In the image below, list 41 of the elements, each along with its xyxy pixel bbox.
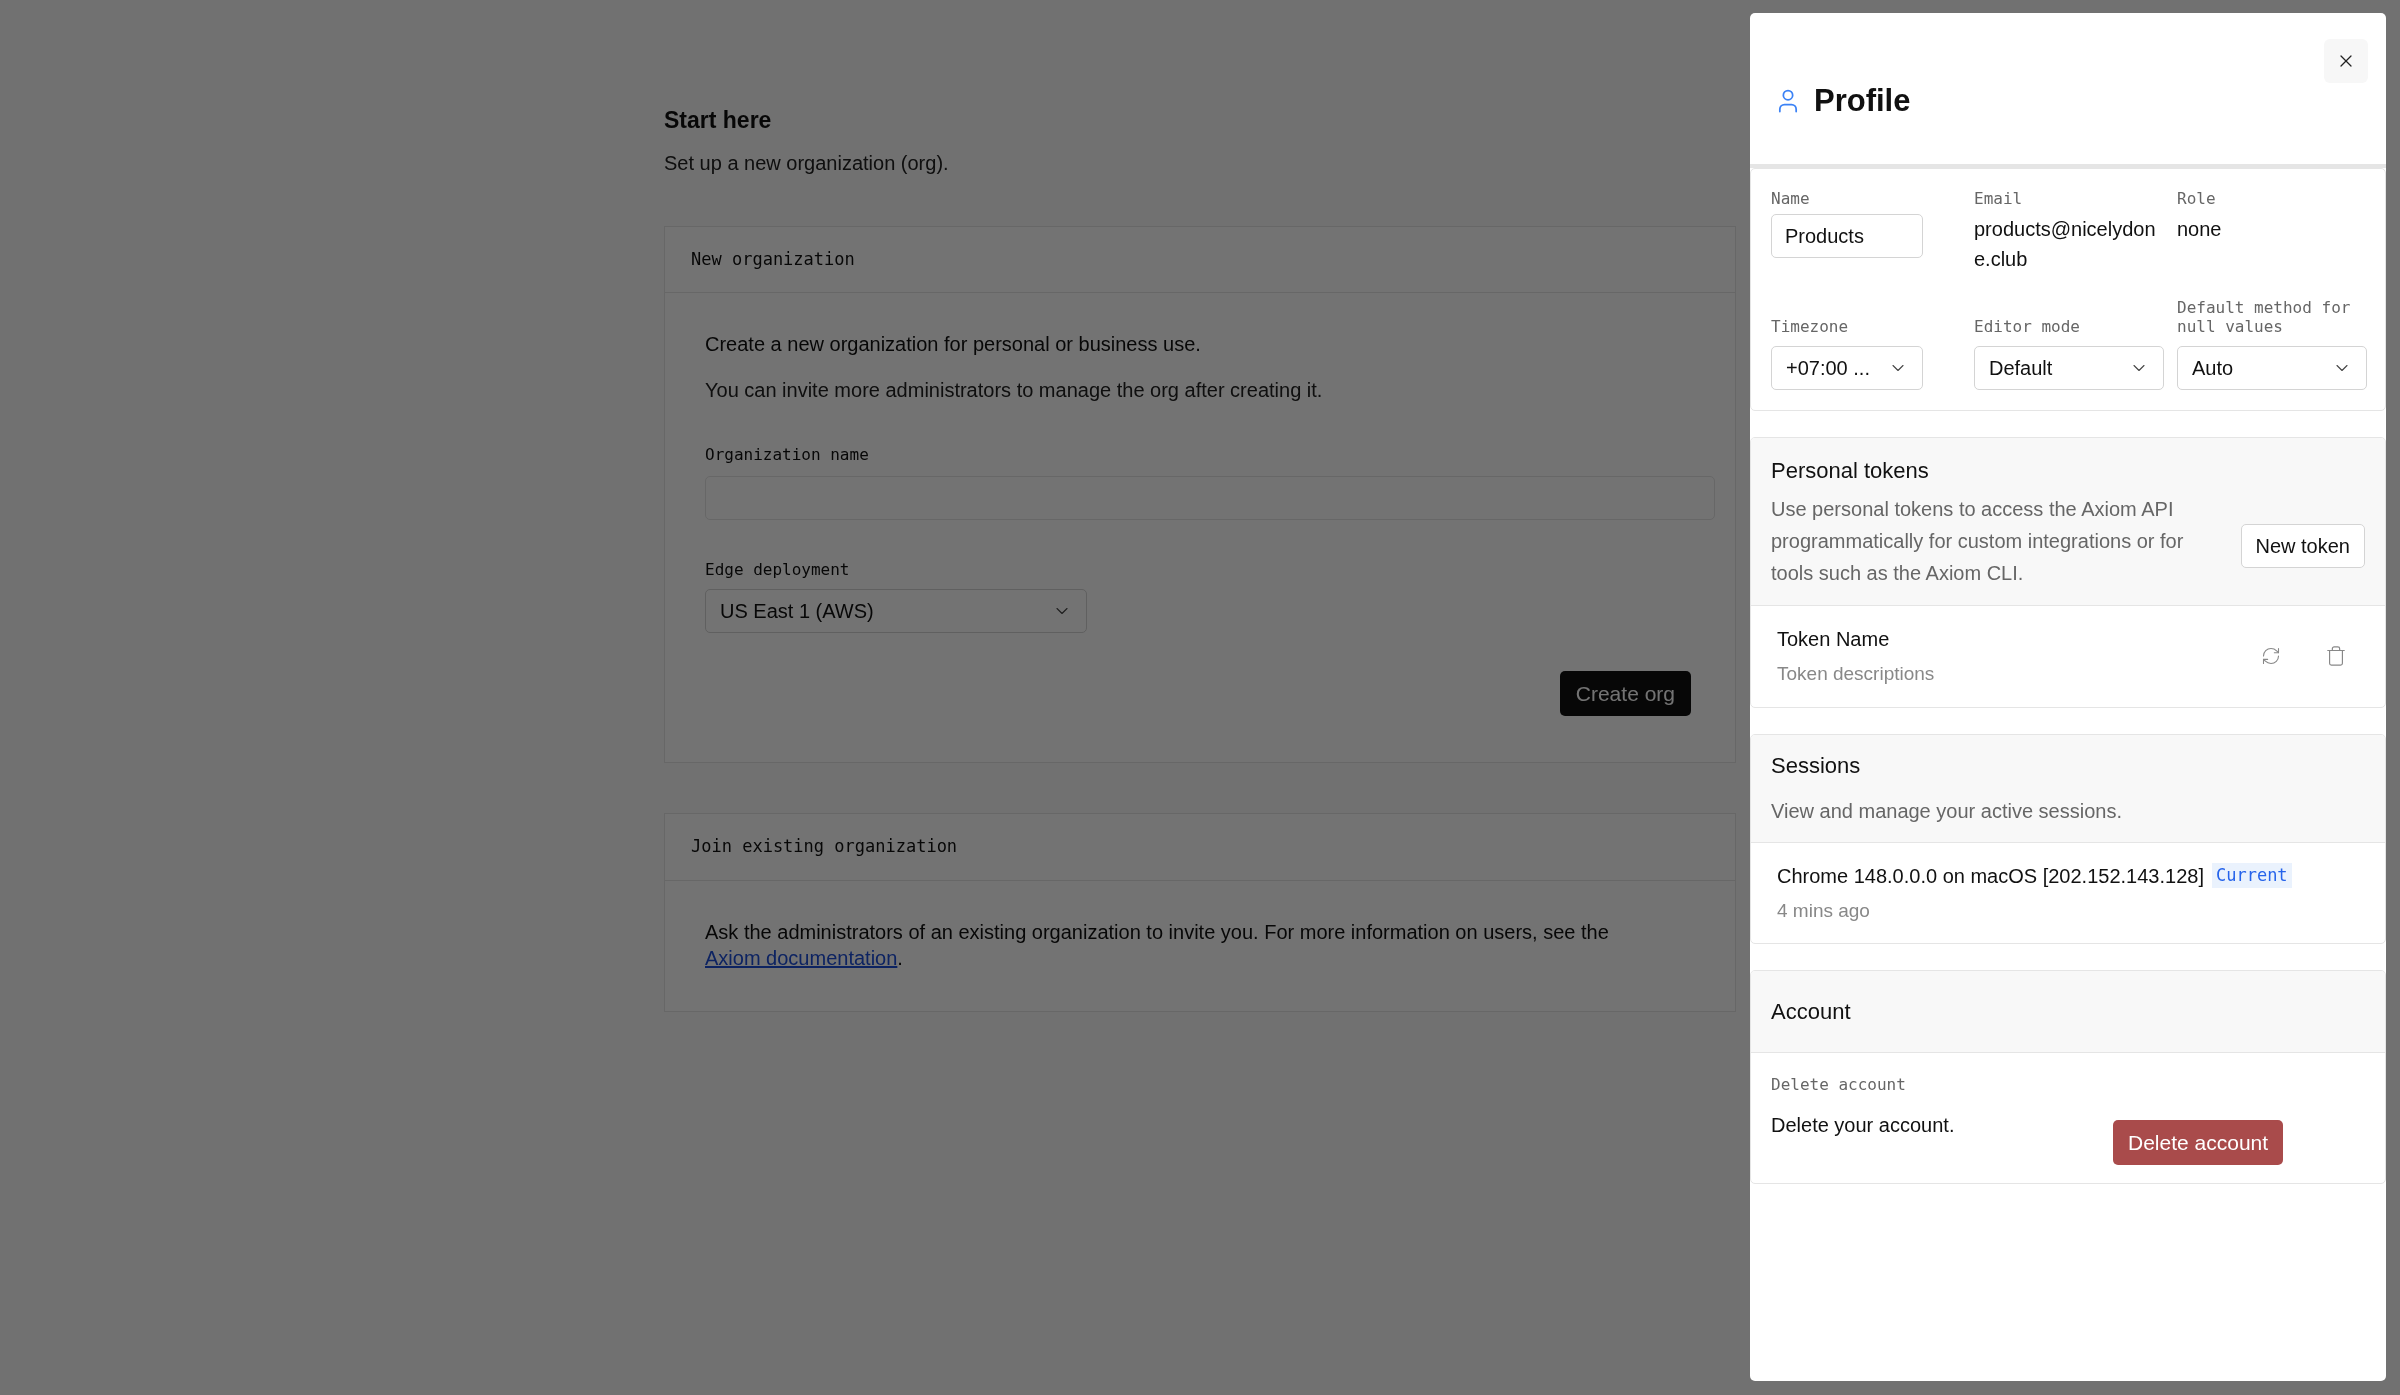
create-org-button[interactable]: Create org [1559, 671, 1691, 716]
null-method-select[interactable]: Auto [2177, 346, 2367, 390]
field-label: Name [1771, 189, 1811, 208]
close-button[interactable] [2324, 39, 2368, 83]
role-value: none [2177, 217, 2222, 242]
field-label: Role [2177, 189, 2217, 208]
email-value: products@nicelydone.club [1974, 217, 2157, 272]
card-lead: Create a new organization for personal or business use. [705, 332, 1202, 357]
page-subtitle: Set up a new organization (org). [664, 150, 950, 176]
timezone-select[interactable]: +07:00 ... [1771, 346, 1923, 390]
refresh-icon[interactable] [2261, 646, 2281, 667]
join-instructions: Ask the administrators of an existing organization to invite you. For more information on users, see the Axiom documentation. [705, 919, 1610, 971]
section-title: Personal tokens [1771, 457, 1930, 485]
session-time: 4 mins ago [1777, 898, 1871, 923]
section-description: Use personal tokens to access the Axiom API programmatically for custom integrations or for tools such as the Axiom CLI. [1771, 497, 2185, 586]
card-heading: Join existing organization [665, 814, 1735, 881]
current-badge: Current [2211, 862, 2292, 889]
field-label: Organization name [705, 445, 870, 464]
field-label: Default method for null values [2177, 298, 2352, 336]
section-description: View and manage your active sessions. [1771, 798, 2123, 824]
edge-deployment-select[interactable]: US East 1 (AWS) [705, 589, 1087, 633]
session-device: Chrome 148.0.0.0 on macOS [202.152.143.128] [1777, 863, 2204, 889]
new-token-button[interactable]: New token [2240, 524, 2365, 568]
card-heading: New organization [665, 226, 1735, 293]
token-name: Token Name [1777, 627, 1891, 652]
editor-mode-select[interactable]: Default [1974, 346, 2164, 390]
section-title: Account [1771, 998, 1851, 1026]
name-field[interactable]: Products [1771, 214, 1923, 258]
field-label: Email [1974, 189, 2024, 208]
token-description: Token descriptions [1777, 662, 1936, 686]
field-label: Edge deployment [705, 560, 851, 579]
section-title: Sessions [1771, 751, 1862, 780]
delete-account-button[interactable]: Delete account [2113, 1120, 2284, 1165]
field-label: Editor mode [1974, 317, 2081, 336]
trash-icon[interactable] [2325, 645, 2347, 668]
page-title: Start here [664, 106, 773, 135]
panel-title: Profile [1814, 81, 1911, 120]
delete-account-description: Delete your account. [1771, 1113, 1956, 1138]
card-note: You can invite more administrators to manage the org after creating it. [705, 378, 1324, 403]
field-label: Timezone [1771, 317, 1850, 336]
field-label: Delete account [1771, 1075, 1907, 1094]
